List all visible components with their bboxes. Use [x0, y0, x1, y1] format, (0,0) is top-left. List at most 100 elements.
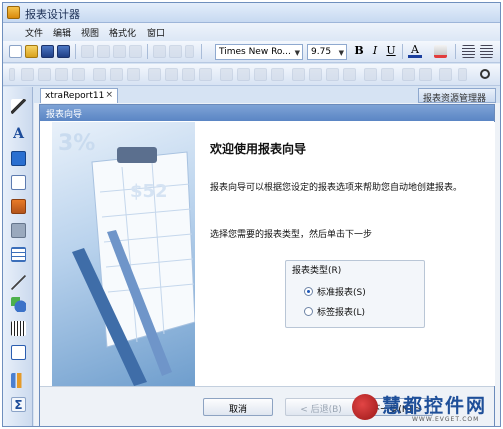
dropdown-arrow-icon: ▼ — [338, 49, 344, 57]
align-tops-icon[interactable] — [93, 68, 106, 81]
intro-text: 报表向导可以根据您设定的报表选项来帮助您自动地创建报表。 — [210, 183, 463, 193]
h-spacing-decrease-icon[interactable] — [254, 68, 267, 81]
radio-button[interactable] — [304, 287, 313, 296]
tab-label: xtraReport11 — [45, 91, 105, 101]
toolbox: A Σ — [3, 87, 33, 426]
new-icon[interactable] — [9, 45, 22, 58]
menu-format[interactable]: 格式化 — [109, 26, 136, 39]
h-spacing-increase-icon[interactable] — [237, 68, 250, 81]
delete-icon[interactable] — [129, 45, 142, 58]
dialog-title: 报表向导 — [40, 105, 494, 121]
table-tool-icon[interactable] — [11, 247, 26, 262]
overflow-chevron-icon[interactable] — [458, 68, 467, 81]
watermark-logo — [352, 394, 378, 420]
font-size-select[interactable]: 9.75 ▼ — [307, 44, 347, 60]
font-color-button[interactable]: A — [408, 44, 422, 58]
center-horizontally-icon[interactable] — [364, 68, 377, 81]
bring-to-front-icon[interactable] — [402, 68, 415, 81]
tab-xtrareport11[interactable]: xtraReport11 × — [40, 88, 118, 103]
document-tabs: xtraReport11 × 报表资源管理器 — [34, 87, 500, 104]
highlight-color-icon[interactable] — [434, 45, 447, 58]
sigma-icon[interactable]: Σ — [11, 397, 26, 412]
group-label: 报表类型(R) — [292, 266, 342, 276]
zoom-icon[interactable] — [480, 69, 490, 79]
same-height-icon[interactable] — [182, 68, 195, 81]
toolbar-separator — [147, 44, 148, 59]
shape-tool-icon[interactable] — [11, 297, 26, 312]
menu-window[interactable]: 窗口 — [147, 26, 165, 39]
zipcode-tool-icon[interactable] — [11, 345, 26, 360]
size-to-grid-icon[interactable] — [165, 68, 178, 81]
send-to-back-alt-icon[interactable] — [439, 68, 452, 81]
richtext-tool-icon[interactable] — [11, 175, 26, 190]
open-icon[interactable] — [25, 45, 38, 58]
align-centers-icon[interactable] — [55, 68, 68, 81]
same-width-icon[interactable] — [148, 68, 161, 81]
toolbar-separator — [201, 44, 202, 59]
font-size-value: 9.75 — [311, 47, 332, 57]
redo-icon[interactable] — [169, 45, 182, 58]
menu-view[interactable]: 视图 — [81, 26, 99, 39]
close-icon[interactable]: × — [105, 90, 113, 100]
font-name-select[interactable]: Times New Ro... ▼ — [215, 44, 303, 60]
dropdown-arrow-icon: ▼ — [294, 49, 300, 57]
toolbar-separator — [455, 44, 456, 59]
designer-surface: 报表向导 3% $52 欢迎使用报表向导 报表向导可以根据您设定的报表选项来帮助… — [34, 103, 500, 426]
save-icon[interactable] — [41, 45, 54, 58]
watermark-url: WWW.EVGET.COM — [412, 416, 480, 423]
window-title: 报表设计器 — [25, 8, 80, 21]
overflow-chevron-icon[interactable] — [185, 45, 194, 58]
v-spacing-increase-icon[interactable] — [309, 68, 322, 81]
barcode-tool-icon[interactable] — [11, 321, 26, 336]
label-tool-icon[interactable]: A — [11, 127, 26, 142]
line-tool-icon[interactable] — [11, 275, 26, 290]
copy-icon[interactable] — [97, 45, 110, 58]
menu-edit[interactable]: 编辑 — [53, 26, 71, 39]
paste-icon[interactable] — [113, 45, 126, 58]
align-left-icon[interactable] — [462, 45, 475, 58]
wizard-image: 3% $52 — [52, 122, 195, 386]
align-bottoms-icon[interactable] — [127, 68, 140, 81]
standard-toolbar: Times New Ro... ▼ 9.75 ▼ B I U A — [3, 41, 500, 63]
v-spacing-decrease-icon[interactable] — [326, 68, 339, 81]
h-spacing-equal-icon[interactable] — [220, 68, 233, 81]
italic-button[interactable]: I — [368, 44, 382, 59]
align-middles-icon[interactable] — [110, 68, 123, 81]
watermark: 慧都控件网 WWW.EVGET.COM — [352, 391, 502, 427]
report-explorer-tab[interactable]: 报表资源管理器 — [418, 88, 496, 104]
wizard-illustration: 3% $52 — [58, 131, 195, 386]
h-spacing-remove-icon[interactable] — [271, 68, 284, 81]
toolbar-separator — [75, 44, 76, 59]
checkbox-tool-icon[interactable] — [11, 151, 26, 166]
undo-icon[interactable] — [153, 45, 166, 58]
align-to-grid-icon[interactable] — [21, 68, 34, 81]
v-spacing-remove-icon[interactable] — [343, 68, 356, 81]
welcome-heading: 欢迎使用报表向导 — [210, 142, 307, 156]
align-lefts-icon[interactable] — [38, 68, 51, 81]
cancel-button[interactable]: 取消 — [203, 398, 273, 416]
layout-toolbar — [3, 64, 500, 86]
center-vertically-icon[interactable] — [381, 68, 394, 81]
cut-icon[interactable] — [81, 45, 94, 58]
picture-tool-icon[interactable] — [11, 199, 26, 214]
bold-button[interactable]: B — [352, 44, 366, 59]
report-wizard-dialog: 报表向导 3% $52 欢迎使用报表向导 报表向导可以根据您设定的报表选项来帮助… — [39, 104, 495, 426]
align-rights-icon[interactable] — [72, 68, 85, 81]
underline-button[interactable]: U — [384, 44, 398, 59]
option-label: 标准报表(S) — [317, 288, 366, 298]
same-size-icon[interactable] — [199, 68, 212, 81]
panel-tool-icon[interactable] — [11, 223, 26, 238]
app-window: 报表设计器 文件 编辑 视图 格式化 窗口 Times New Ro... ▼ … — [2, 2, 501, 427]
send-to-back-icon[interactable] — [419, 68, 432, 81]
save-all-icon[interactable] — [57, 45, 70, 58]
back-button[interactable]: < 后退(B) — [285, 398, 357, 416]
toolbar-separator — [402, 44, 403, 59]
menu-file[interactable]: 文件 — [25, 26, 43, 39]
pointer-icon[interactable] — [11, 99, 26, 114]
radio-button[interactable] — [304, 307, 313, 316]
chart-tool-icon[interactable] — [11, 373, 26, 388]
v-spacing-equal-icon[interactable] — [292, 68, 305, 81]
option-label: 标签报表(L) — [317, 308, 366, 318]
svg-text:$52: $52 — [130, 181, 168, 202]
align-center-icon[interactable] — [480, 45, 493, 58]
